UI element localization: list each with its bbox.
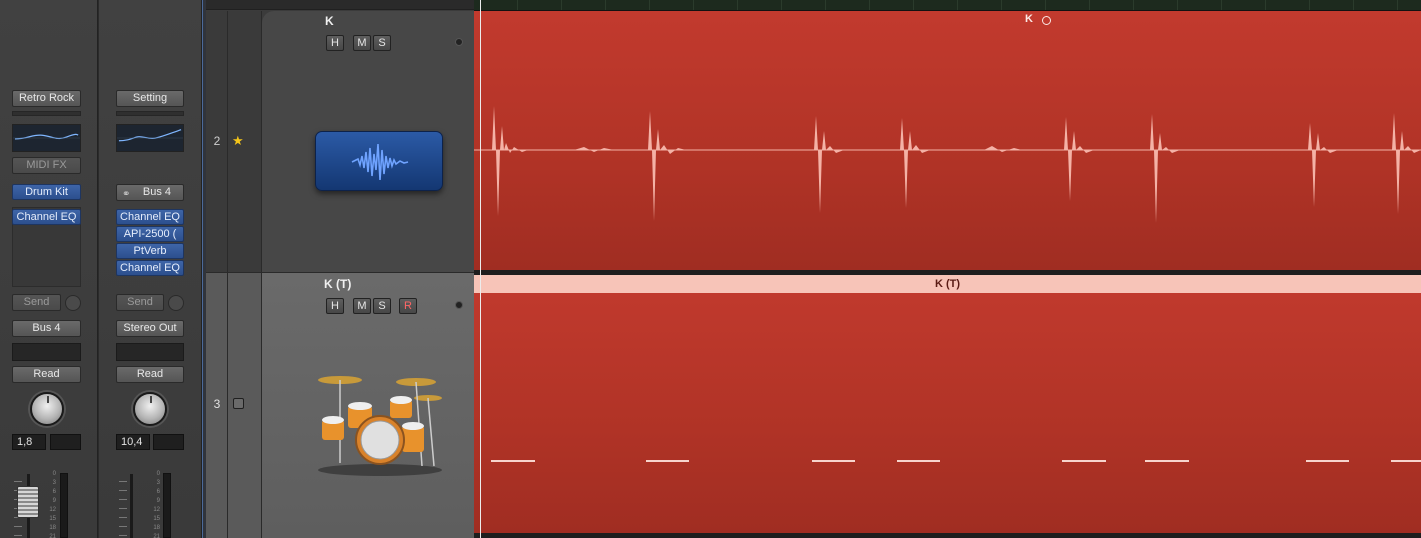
track-name[interactable]: K (T) <box>324 277 351 291</box>
gain-reduction-bar <box>12 111 81 116</box>
group-slot[interactable] <box>116 343 184 361</box>
meter-scale: 0 3 6 9 12 15 18 21 <box>49 471 56 538</box>
track-select-checkbox[interactable] <box>233 398 244 409</box>
peak-readout <box>153 434 184 450</box>
audio-fx-slot-3[interactable]: PtVerb <box>116 243 184 259</box>
eq-thumbnail[interactable] <box>12 124 81 152</box>
playhead[interactable] <box>480 0 481 538</box>
send-slot[interactable]: Send <box>12 294 61 311</box>
audio-waveform-icon <box>315 131 443 191</box>
midi-region-k-t[interactable]: K (T) <box>474 275 1421 533</box>
channel-strip-2: Setting ⚭ Bus 4 Channel EQ API-2500 ( PtV… <box>99 0 202 538</box>
track-list-top <box>206 0 474 10</box>
pan-readout: 1,8 <box>12 434 46 450</box>
send-knob[interactable] <box>65 295 81 311</box>
audio-region-k[interactable]: K <box>474 11 1421 270</box>
gain-reduction-bar <box>116 111 184 116</box>
mute-button[interactable]: M <box>353 298 371 314</box>
pan-readout: 10,4 <box>116 434 150 450</box>
fader-track <box>130 474 133 538</box>
track-number: 3 <box>213 397 221 411</box>
track-status-dot <box>455 301 463 309</box>
track-list: 2 ★ K H M S 3 K (T) H M S R <box>206 0 474 538</box>
audio-fx-slot-1[interactable]: Channel EQ <box>116 209 184 225</box>
setting-button[interactable]: Retro Rock <box>12 90 81 107</box>
track-status-dot <box>455 38 463 46</box>
setting-button[interactable]: Setting <box>116 90 184 107</box>
level-meter <box>163 473 171 538</box>
timeline-ruler[interactable] <box>474 0 1421 11</box>
group-slot[interactable] <box>12 343 81 361</box>
audio-fx-slot-2[interactable]: API-2500 ( <box>116 226 184 242</box>
pan-knob[interactable] <box>30 392 64 426</box>
midi-fx-slot[interactable]: MIDI FX <box>12 157 81 174</box>
audio-waveform <box>474 106 1421 223</box>
fader-scale <box>119 473 127 538</box>
channel-strip-1: Retro Rock MIDI FX Drum Kit Channel EQ S… <box>0 0 98 538</box>
midi-notes <box>491 460 1421 462</box>
meter-scale: 0 3 6 9 12 15 18 21 <box>153 471 160 538</box>
input-label: Bus 4 <box>142 186 172 198</box>
automation-mode-button[interactable]: Read <box>116 366 184 383</box>
track-name[interactable]: K <box>325 14 334 28</box>
send-slot[interactable]: Send <box>116 294 164 311</box>
link-icon: ⚭ <box>122 189 131 200</box>
favorite-star-icon[interactable]: ★ <box>232 133 244 149</box>
tracks-area[interactable]: K K (T) <box>474 0 1421 538</box>
record-enable-button[interactable]: R <box>399 298 417 314</box>
instrument-slot[interactable]: Drum Kit <box>12 184 81 200</box>
track-number: 2 <box>213 134 221 148</box>
automation-mode-button[interactable]: Read <box>12 366 81 383</box>
peak-readout <box>50 434 81 450</box>
drum-kit-icon <box>318 376 442 476</box>
hide-button[interactable]: H <box>326 298 344 314</box>
solo-button[interactable]: S <box>373 35 391 51</box>
output-button[interactable]: Stereo Out <box>116 320 184 337</box>
send-knob[interactable] <box>168 295 184 311</box>
audio-fx-slot-4[interactable]: Channel EQ <box>116 260 184 276</box>
hide-button[interactable]: H <box>326 35 344 51</box>
solo-button[interactable]: S <box>373 298 391 314</box>
volume-fader[interactable] <box>17 486 39 518</box>
audio-fx-slot-1[interactable]: Channel EQ <box>12 209 81 225</box>
input-button[interactable]: ⚭ Bus 4 <box>116 184 184 201</box>
level-meter <box>60 473 68 538</box>
output-button[interactable]: Bus 4 <box>12 320 81 337</box>
mute-button[interactable]: M <box>353 35 371 51</box>
eq-thumbnail[interactable] <box>116 124 184 152</box>
pan-knob[interactable] <box>133 392 167 426</box>
